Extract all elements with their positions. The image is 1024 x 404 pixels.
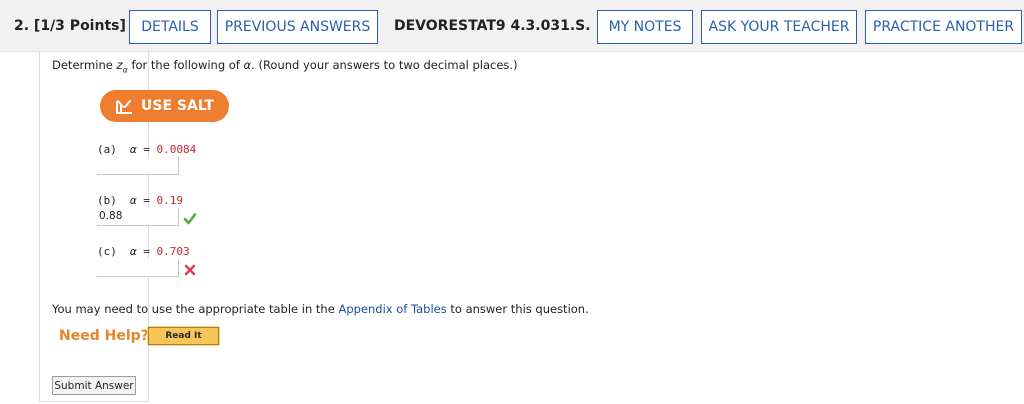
- ask-teacher-button[interactable]: ASK YOUR TEACHER: [701, 10, 857, 44]
- previous-answers-button[interactable]: PREVIOUS ANSWERS: [217, 10, 378, 44]
- part-c-value: 0.703: [156, 245, 190, 258]
- part-b-expression: α = 0.19: [130, 194, 183, 207]
- question-prompt: Determine zα for the following of α. (Ro…: [52, 58, 518, 74]
- prompt-text-middle: for the following of: [127, 58, 244, 72]
- part-a-value: 0.0084: [156, 143, 197, 156]
- part-b-label: (b): [97, 194, 117, 207]
- my-notes-button[interactable]: MY NOTES: [597, 10, 693, 44]
- part-b-value: 0.19: [156, 194, 184, 207]
- appendix-of-tables-link[interactable]: Appendix of Tables: [338, 302, 446, 316]
- part-a-expression: α = 0.0084: [130, 143, 196, 156]
- part-a-answer-field[interactable]: [97, 157, 179, 175]
- part-a-label: (a): [97, 143, 117, 156]
- prompt-text-end: . (Round your answers to two decimal pla…: [251, 58, 518, 72]
- use-salt-label: USE SALT: [141, 98, 214, 114]
- appendix-text-start: You may need to use the appropriate tabl…: [52, 302, 339, 316]
- details-button[interactable]: DETAILS: [129, 10, 211, 44]
- part-b-equals: =: [136, 194, 157, 207]
- prompt-text-start: Determine: [52, 58, 117, 72]
- question-points-label: 2. [1/3 Points]: [14, 18, 126, 34]
- part-a-equals: =: [136, 143, 157, 156]
- part-c-alpha: α: [130, 245, 137, 258]
- salt-chart-icon: [116, 100, 133, 114]
- appendix-text-end: to answer this question.: [446, 302, 589, 316]
- use-salt-button[interactable]: USE SALT: [100, 90, 229, 122]
- part-b-answer-field[interactable]: 0.88: [97, 208, 179, 226]
- part-c-label: (c): [97, 245, 117, 258]
- question-code: DEVORESTAT9 4.3.031.S.: [394, 18, 591, 34]
- appendix-note: You may need to use the appropriate tabl…: [52, 302, 589, 316]
- part-a-alpha: α: [130, 143, 137, 156]
- prompt-alpha: α: [243, 58, 252, 72]
- part-b-alpha: α: [130, 194, 137, 207]
- correct-check-icon: [183, 213, 197, 225]
- part-c-answer-field[interactable]: [97, 259, 179, 277]
- need-help-label: Need Help?: [59, 328, 149, 344]
- read-it-button[interactable]: Read It: [147, 326, 220, 346]
- part-c-expression: α = 0.703: [130, 245, 190, 258]
- submit-answer-button[interactable]: Submit Answer: [52, 376, 136, 395]
- incorrect-x-icon: [184, 264, 196, 276]
- part-c-equals: =: [136, 245, 157, 258]
- practice-another-button[interactable]: PRACTICE ANOTHER: [865, 10, 1022, 44]
